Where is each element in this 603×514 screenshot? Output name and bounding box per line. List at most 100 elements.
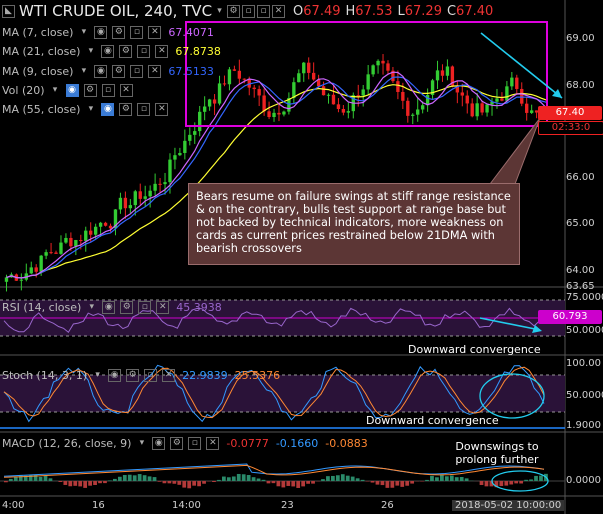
candle-body xyxy=(59,242,63,254)
collapse-icon[interactable]: ◣ xyxy=(2,4,15,18)
eye-icon[interactable]: ◉ xyxy=(65,83,79,97)
candle-body xyxy=(292,82,296,99)
candle-body xyxy=(331,94,336,105)
gear-icon[interactable]: ⚙ xyxy=(119,102,133,116)
close-icon[interactable]: ✕ xyxy=(156,300,170,314)
chevron-down-icon[interactable]: ▾ xyxy=(92,370,103,381)
macd-hist-bar xyxy=(380,481,385,486)
candle-body xyxy=(262,95,266,112)
candle-body xyxy=(4,277,9,282)
price-tick: 69.00 xyxy=(566,33,595,44)
macd-hist-bar xyxy=(182,481,187,488)
close-icon[interactable]: ✕ xyxy=(148,25,162,39)
candle-body xyxy=(39,255,43,272)
candle-body xyxy=(520,88,524,104)
gear-icon[interactable]: ⚙ xyxy=(170,436,184,450)
eye-icon[interactable]: ◉ xyxy=(94,25,108,39)
chevron-down-icon[interactable]: ▾ xyxy=(85,46,96,57)
close-icon[interactable]: ✕ xyxy=(162,368,176,382)
settings-icon[interactable]: ▫ xyxy=(138,300,152,314)
eye-icon[interactable]: ◉ xyxy=(102,300,116,314)
gear-icon[interactable]: ⚙ xyxy=(119,44,133,58)
settings-icon[interactable]: ▫ xyxy=(130,25,144,39)
chevron-down-icon[interactable]: ▾ xyxy=(50,85,61,96)
macd-value: -0.1660 xyxy=(275,436,319,450)
gear-icon[interactable]: ⚙ xyxy=(112,64,126,78)
chevron-down-icon[interactable]: ▾ xyxy=(78,66,89,77)
study-macd[interactable]: MACD (12, 26, close, 9) ▾ ◉ ⚙ ▫ ✕ -0.0777 -… xyxy=(2,435,368,451)
chevron-down-icon[interactable]: ▾ xyxy=(86,302,97,313)
chevron-down-icon[interactable]: ▾ xyxy=(136,438,147,449)
chevron-down-icon[interactable]: ▾ xyxy=(78,27,89,38)
macd-hist-bar xyxy=(226,477,231,481)
settings-icon[interactable]: ▫ xyxy=(137,44,151,58)
settings-icon[interactable]: ▫ xyxy=(188,436,202,450)
study-ma55[interactable]: MA (55, close) ▾ ◉ ⚙ ▫ ✕ xyxy=(2,101,169,117)
chevron-down-icon[interactable]: ▾ xyxy=(85,104,96,115)
settings-icon[interactable]: ▫ xyxy=(257,4,271,18)
candle-body xyxy=(341,108,346,113)
eye-icon[interactable]: ◉ xyxy=(108,368,122,382)
close-icon[interactable]: ✕ xyxy=(148,64,162,78)
close-icon[interactable]: ✕ xyxy=(155,44,169,58)
settings-icon[interactable]: ▫ xyxy=(242,4,256,18)
settings-icon[interactable]: ▫ xyxy=(144,368,158,382)
macd-hist-bar xyxy=(122,475,127,481)
candle-body xyxy=(123,197,128,209)
macd-hist-bar xyxy=(98,481,102,484)
gear-icon[interactable]: ⚙ xyxy=(120,300,134,314)
macd-hist-bar xyxy=(93,481,97,485)
eye-icon[interactable]: ◉ xyxy=(152,436,166,450)
candle-body xyxy=(366,74,370,90)
macd-hist-bar xyxy=(43,475,48,481)
gear-icon[interactable]: ⚙ xyxy=(83,83,97,97)
candle-body xyxy=(118,197,123,210)
macd-hist-bar xyxy=(355,478,360,481)
study-ma7[interactable]: MA (7, close) ▾ ◉ ⚙ ▫ ✕ 67.4071 xyxy=(2,24,214,40)
candle-body xyxy=(237,70,242,79)
close-icon[interactable]: ✕ xyxy=(155,102,169,116)
macd-hist-bar xyxy=(306,481,310,484)
study-stoch[interactable]: Stoch (14, 3, 1) ▾ ◉ ⚙ ▫ ✕ 22.9839 25.5376 xyxy=(2,367,280,383)
candle-body xyxy=(525,103,529,113)
macd-hist-bar xyxy=(132,475,137,481)
gear-icon[interactable]: ⚙ xyxy=(112,25,126,39)
macd-hist-bar xyxy=(231,476,236,481)
settings-icon[interactable]: ▫ xyxy=(101,83,115,97)
candle-body xyxy=(74,240,78,247)
candle-body xyxy=(128,205,133,209)
settings-icon[interactable]: ▫ xyxy=(137,102,151,116)
stoch-k-value: 22.9839 xyxy=(182,368,228,382)
macd-hist-bar xyxy=(331,475,335,481)
study-ma21[interactable]: MA (21, close) ▾ ◉ ⚙ ▫ ✕ 67.8738 xyxy=(2,43,221,59)
price-tick: 68.00 xyxy=(566,80,595,91)
close-icon[interactable]: ✕ xyxy=(119,83,133,97)
close-icon[interactable]: ✕ xyxy=(272,4,286,18)
macd-hist-value: -0.0777 xyxy=(226,436,269,450)
settings-icon[interactable]: ▫ xyxy=(130,64,144,78)
symbol-title[interactable]: WTI CRUDE OIL, 240, TVC xyxy=(19,2,212,20)
candle-body xyxy=(411,114,415,116)
eye-icon[interactable]: ◉ xyxy=(101,44,115,58)
chevron-down-icon[interactable]: ▾ xyxy=(214,6,225,17)
gear-icon[interactable]: ⚙ xyxy=(126,368,140,382)
macd-hist-bar xyxy=(256,478,261,481)
close-icon[interactable]: ✕ xyxy=(206,436,220,450)
eye-icon[interactable]: ◉ xyxy=(101,102,115,116)
study-ma9[interactable]: MA (9, close) ▾ ◉ ⚙ ▫ ✕ 67.5133 xyxy=(2,63,214,79)
candle-body xyxy=(173,155,177,160)
macd-hist-bar xyxy=(212,481,216,483)
candle-body xyxy=(34,267,38,272)
study-volume[interactable]: Vol (20) ▾ ◉ ⚙ ▫ ✕ xyxy=(2,82,133,98)
candle-body xyxy=(163,182,167,185)
macd-hist-bar xyxy=(142,475,147,481)
study-rsi[interactable]: RSI (14, close) ▾ ◉ ⚙ ▫ ✕ 45.3938 xyxy=(2,299,222,315)
candle-body xyxy=(69,237,73,247)
macd-hist-bar xyxy=(484,481,489,487)
candle-body xyxy=(386,63,390,71)
eye-icon[interactable]: ◉ xyxy=(94,64,108,78)
candle-body xyxy=(79,240,83,242)
macd-hist-bar xyxy=(4,481,8,483)
candle-body xyxy=(202,106,207,112)
gear-icon[interactable]: ⚙ xyxy=(227,4,241,18)
